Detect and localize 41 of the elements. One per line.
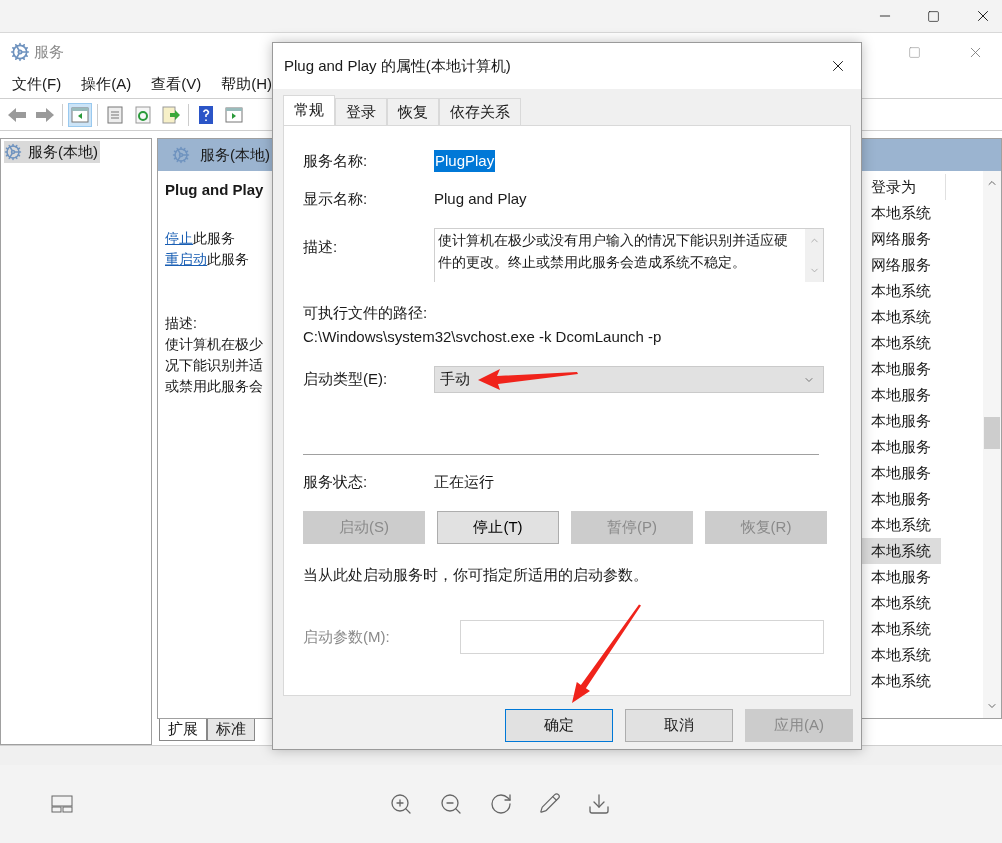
startup-type-dropdown[interactable]: 手动 [434, 366, 824, 393]
table-cell: 本地系统 [861, 538, 941, 564]
field-label: 启动参数(M): [303, 626, 391, 647]
menu-item[interactable]: 帮助(H) [221, 73, 272, 96]
description-box[interactable]: 使计算机在极少或没有用户输入的情况下能识别并适应硬件的更改。终止或禁用此服务会造成系统不稳定。 [434, 228, 824, 282]
field-label: 描述: [303, 237, 339, 257]
field-label: 可执行文件的路径: [303, 303, 429, 322]
display-name-value: Plug and Play [434, 188, 527, 209]
field-label: 显示名称: [303, 188, 369, 209]
menu-item[interactable]: 文件(F) [12, 73, 62, 96]
status-value: 正在运行 [434, 471, 494, 492]
tab[interactable]: 恢复 [387, 98, 439, 125]
action-text: 此服务 [193, 228, 235, 248]
tab[interactable]: 登录 [335, 98, 387, 125]
service-name: Plug and Play [165, 180, 265, 200]
tab[interactable]: 标准 [207, 719, 255, 741]
field-label: 启动类型(E): [303, 369, 389, 390]
window-title: 服务 [34, 41, 64, 62]
description-text: 或禁用此服务会 [165, 376, 264, 396]
description-label: 描述: [165, 313, 198, 333]
dialog-title: Plug and Play 的属性(本地计算机) [284, 55, 512, 76]
description-text: 使计算机在极少或没有用户输入的情况下能识别并适应硬件的更改。终止或禁用此服务会造成系统不稳定。 [437, 231, 789, 272]
hint-text: 当从此处启动服务时，你可指定所适用的启动参数。 [303, 565, 649, 584]
description-text: 况下能识别并适 [165, 355, 264, 375]
tab[interactable]: 扩展 [159, 719, 207, 741]
tab[interactable]: 依存关系 [439, 98, 521, 125]
tab[interactable]: 常规 [283, 95, 335, 125]
tree-item[interactable]: 服务(本地) [4, 141, 100, 163]
field-label: 服务状态: [303, 471, 369, 492]
description-text: 使计算机在极少 [165, 334, 264, 354]
path-value: C:\Windows\system32\svchost.exe -k DcomLaunch -p [303, 327, 663, 346]
service-control-button[interactable]: 停止(T) [437, 511, 559, 544]
service-name-value: PlugPlay [434, 149, 496, 173]
menu-item[interactable]: 查看(V) [151, 73, 202, 96]
menu-item[interactable]: 操作(A) [81, 73, 132, 96]
dialog-button[interactable]: 确定 [505, 709, 613, 742]
field-label: 服务名称: [303, 150, 369, 171]
action-text: 此服务 [207, 249, 249, 269]
action-link[interactable]: 重启动 [165, 248, 207, 270]
action-link[interactable]: 停止 [165, 227, 193, 249]
dialog-button[interactable]: 取消 [625, 709, 733, 742]
